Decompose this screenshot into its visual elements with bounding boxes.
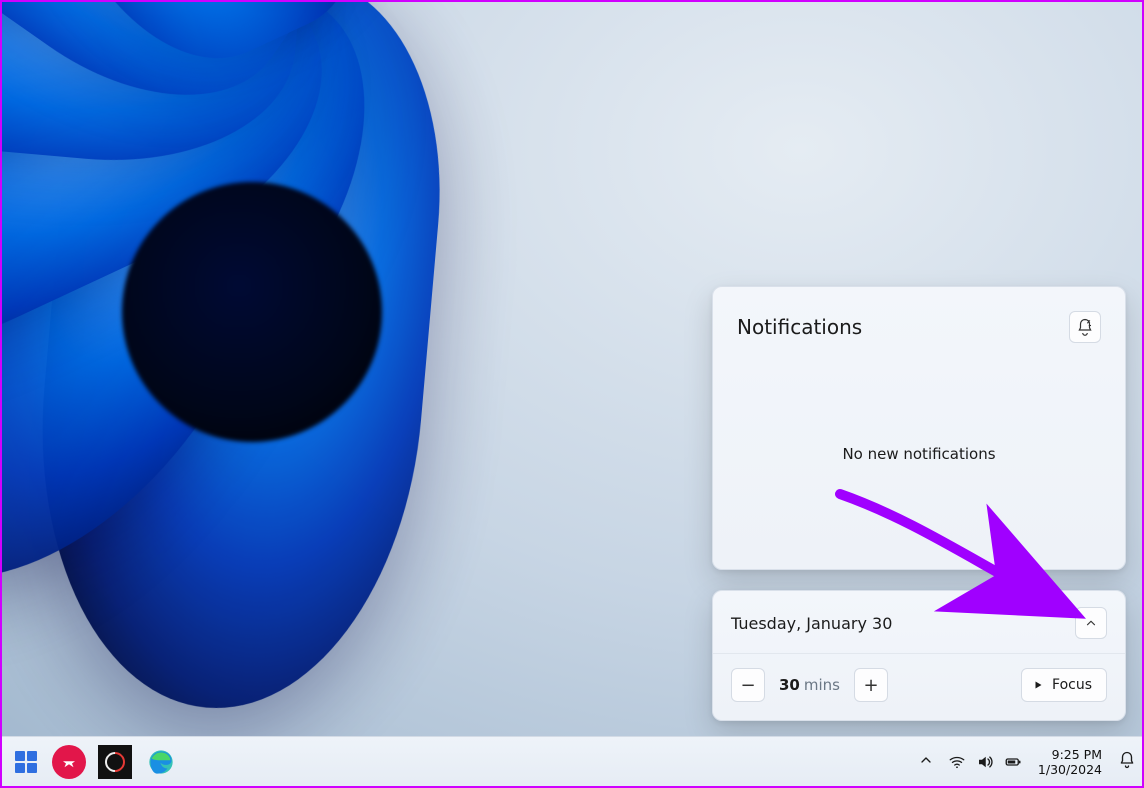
minus-icon: − [740, 675, 755, 696]
focus-duration-value: 30 [779, 676, 800, 694]
chevron-up-icon [1084, 616, 1098, 630]
do-not-disturb-button[interactable]: z [1069, 311, 1101, 343]
focus-increase-button[interactable]: + [854, 668, 888, 702]
focus-duration-stepper: − 30mins + [731, 668, 888, 702]
desktop-wallpaper[interactable]: Notifications z No new notifications Tue… [2, 2, 1142, 738]
wifi-icon [948, 753, 966, 771]
calendar-focus-panel: Tuesday, January 30 − 30mins + [712, 590, 1126, 721]
focus-decrease-button[interactable]: − [731, 668, 765, 702]
taskbar-app-1[interactable] [52, 745, 86, 779]
taskbar: 9:25 PM 1/30/2024 [2, 736, 1142, 786]
focus-button-label: Focus [1052, 677, 1092, 693]
start-button[interactable] [12, 748, 40, 776]
notifications-panel: Notifications z No new notifications [712, 286, 1126, 570]
do-not-disturb-icon: z [1076, 318, 1094, 336]
focus-duration-unit: mins [804, 676, 840, 694]
microsoft-edge-icon [147, 748, 175, 776]
taskbar-app-2[interactable] [98, 745, 132, 779]
windows-start-icon [15, 751, 37, 773]
taskbar-date: 1/30/2024 [1038, 762, 1102, 777]
svg-text:z: z [1088, 320, 1091, 325]
notification-center-button[interactable] [1118, 751, 1136, 773]
notifications-empty-text: No new notifications [713, 445, 1125, 463]
pinned-app-icon [60, 753, 78, 771]
quick-settings-button[interactable] [948, 753, 1022, 771]
taskbar-edge-button[interactable] [144, 745, 178, 779]
chevron-up-icon [918, 752, 934, 768]
taskbar-time: 9:25 PM [1038, 747, 1102, 762]
notifications-title: Notifications [737, 315, 862, 339]
calendar-date-label[interactable]: Tuesday, January 30 [731, 614, 892, 633]
focus-start-button[interactable]: Focus [1021, 668, 1107, 702]
taskbar-right: 9:25 PM 1/30/2024 [918, 745, 1136, 779]
volume-icon [976, 753, 994, 771]
calendar-collapse-button[interactable] [1075, 607, 1107, 639]
notifications-bell-icon [1118, 751, 1136, 769]
battery-icon [1004, 753, 1022, 771]
focus-duration-display: 30mins [779, 676, 840, 694]
plus-icon: + [863, 675, 878, 696]
wallpaper-bloom-graphic [2, 2, 792, 738]
taskbar-clock[interactable]: 9:25 PM 1/30/2024 [1036, 745, 1104, 779]
taskbar-pinned-apps [6, 745, 178, 779]
pinned-app-icon [101, 747, 129, 775]
tray-overflow-button[interactable] [918, 752, 934, 772]
play-icon [1032, 679, 1044, 691]
